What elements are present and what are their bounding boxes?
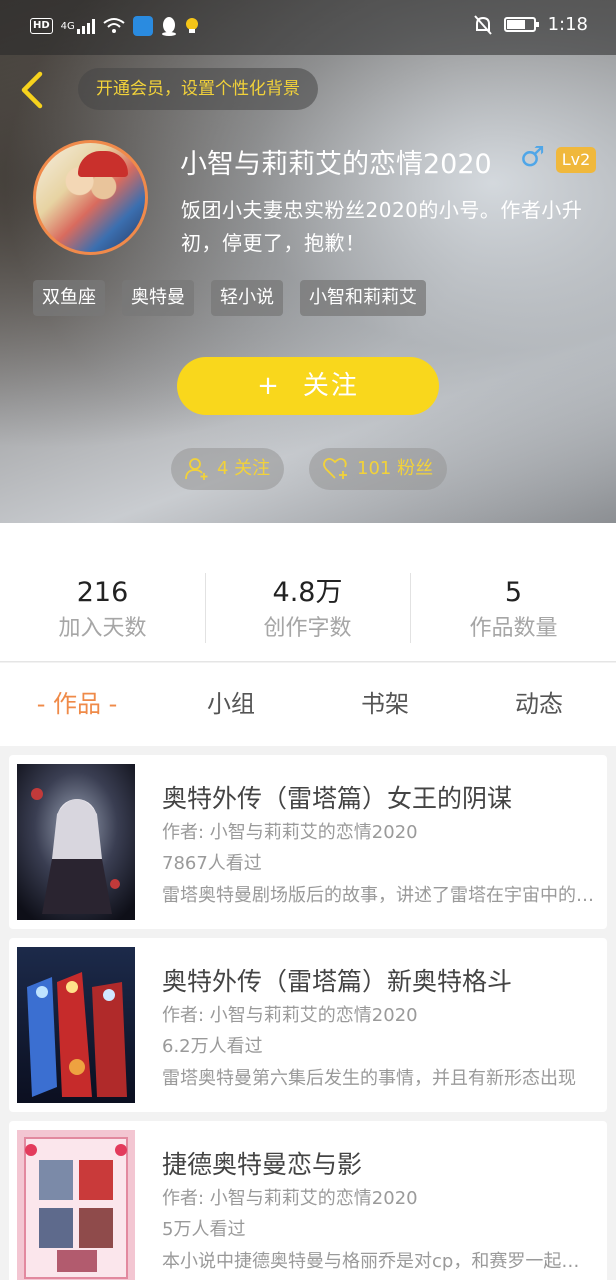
avatar[interactable] <box>33 140 148 255</box>
qq-icon <box>161 17 176 36</box>
user-add-icon <box>185 458 208 480</box>
tab-bookshelf[interactable]: 书架 <box>308 663 462 746</box>
book-cover-image <box>17 947 135 1103</box>
book-description: 雷塔奥特曼剧场版后的故事，讲述了雷塔在宇宙中的冒险 <box>162 885 594 906</box>
male-gender-icon: ♂ <box>520 140 546 173</box>
stat-value: 5 <box>504 577 523 608</box>
level-badge: Lv2 <box>556 147 596 173</box>
tab-groups[interactable]: 小组 <box>154 663 308 746</box>
network-type: 4G <box>60 20 75 32</box>
status-bar: HD 4G 1:18 <box>0 0 616 55</box>
book-card[interactable]: 捷德奥特曼恋与影 作者: 小智与莉莉艾的恋情2020 5万人看过 本小说中捷德奥… <box>9 1121 607 1280</box>
book-author: 作者: 小智与莉莉艾的恋情2020 <box>162 1188 418 1209</box>
book-title: 奥特外传（雷塔篇）女王的阴谋 <box>162 784 513 813</box>
following-count: 4 关注 <box>217 458 271 479</box>
book-views: 5万人看过 <box>162 1219 246 1240</box>
tab-works[interactable]: - 作品 - <box>0 663 154 746</box>
stat-value: 216 <box>76 577 129 608</box>
stat-label: 作品数量 <box>469 616 558 641</box>
book-title: 奥特外传（雷塔篇）新奥特格斗 <box>162 967 513 996</box>
signal-icon <box>76 18 95 34</box>
tag-item[interactable]: 奥特曼 <box>122 280 194 316</box>
followers-count-button[interactable]: 101 粉丝 <box>309 448 448 490</box>
book-card[interactable]: 奥特外传（雷塔篇）女王的阴谋 作者: 小智与莉莉艾的恋情2020 7867人看过… <box>9 755 607 929</box>
tag-item[interactable]: 小智和莉莉艾 <box>300 280 426 316</box>
content-tabs: - 作品 - 小组 书架 动态 <box>0 663 616 746</box>
book-description: 雷塔奥特曼第六集后发生的事情，并且有新形态出现 <box>162 1068 576 1089</box>
plus-icon: + <box>257 371 281 401</box>
app-notification-icon <box>132 16 153 36</box>
book-cover-image <box>17 764 135 920</box>
stat-works-count: 5 作品数量 <box>411 573 616 645</box>
book-description: 本小说中捷德奥特曼与格丽乔是对cp，和赛罗一起冒险 <box>162 1251 594 1272</box>
back-arrow-icon[interactable] <box>18 70 48 110</box>
follow-button[interactable]: + 关注 <box>177 357 439 415</box>
book-views: 6.2万人看过 <box>162 1036 263 1057</box>
stat-value: 4.8万 <box>272 577 343 608</box>
book-author: 作者: 小智与莉莉艾的恋情2020 <box>162 822 418 843</box>
follow-label: 关注 <box>302 371 359 401</box>
book-cover-image <box>17 1130 135 1280</box>
wifi-icon <box>103 18 125 33</box>
profile-tags: 双鱼座 奥特曼 轻小说 小智和莉莉艾 <box>33 280 426 316</box>
clock: 1:18 <box>547 14 588 35</box>
book-card[interactable]: 奥特外传（雷塔篇）新奥特格斗 作者: 小智与莉莉艾的恋情2020 6.2万人看过… <box>9 938 607 1112</box>
book-title: 捷德奥特曼恋与影 <box>162 1150 363 1179</box>
tag-item[interactable]: 轻小说 <box>211 280 283 316</box>
tab-activity[interactable]: 动态 <box>462 663 616 746</box>
lightbulb-icon <box>185 18 198 33</box>
profile-bio: 饭团小夫妻忠实粉丝2020的小号。作者小升初，停更了，抱歉！ <box>181 198 583 255</box>
stat-word-count: 4.8万 创作字数 <box>205 573 410 645</box>
battery-icon <box>503 17 539 32</box>
following-count-button[interactable]: 4 关注 <box>171 448 285 490</box>
profile-stats: 216 加入天数 4.8万 创作字数 5 作品数量 <box>0 523 616 662</box>
stat-join-days: 216 加入天数 <box>0 573 205 645</box>
tag-item[interactable]: 双鱼座 <box>33 280 105 316</box>
stat-label: 创作字数 <box>263 616 352 641</box>
stat-label: 加入天数 <box>58 616 147 641</box>
followers-count: 101 粉丝 <box>357 458 434 479</box>
book-author: 作者: 小智与莉莉艾的恋情2020 <box>162 1005 418 1026</box>
book-views: 7867人看过 <box>162 853 262 874</box>
mute-bell-icon <box>473 14 492 35</box>
hd-icon: HD <box>30 18 53 34</box>
heart-add-icon <box>323 457 347 479</box>
vip-background-prompt[interactable]: 开通会员，设置个性化背景 <box>78 68 318 110</box>
username: 小智与莉莉艾的恋情2020 <box>180 149 492 180</box>
